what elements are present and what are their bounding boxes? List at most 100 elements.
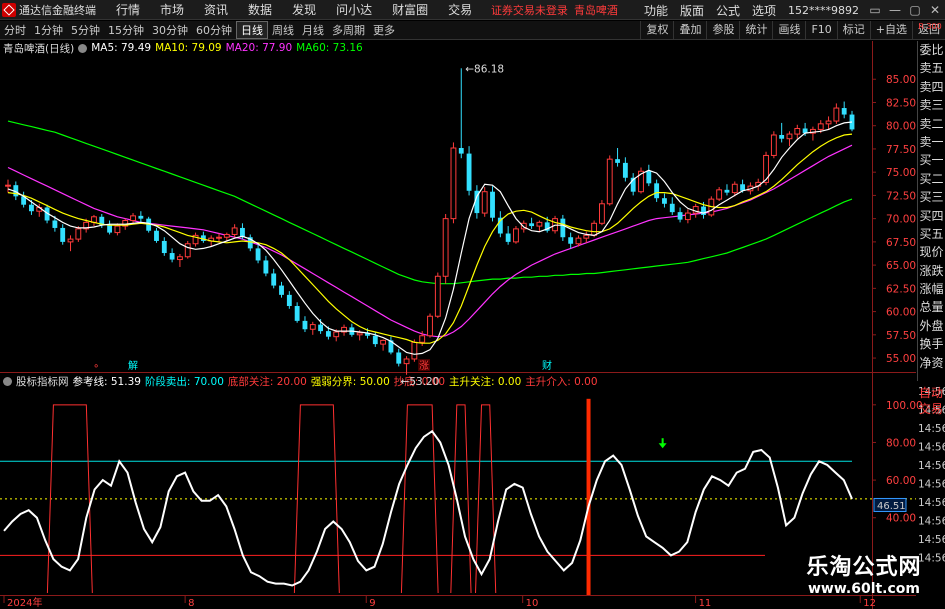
menu-trade[interactable]: 交易 — [438, 1, 482, 18]
stats-button[interactable]: 统计 — [739, 21, 772, 40]
candle-body — [349, 327, 355, 335]
candle-body — [684, 212, 691, 221]
tab-weekly[interactable]: 周线 — [268, 22, 298, 38]
menu-wealth[interactable]: 财富圈 — [382, 1, 438, 18]
candle-body — [138, 215, 144, 219]
adjust-button[interactable]: 复权 — [640, 21, 673, 40]
menu-ask[interactable]: 问小达 — [326, 1, 382, 18]
menu-news[interactable]: 资讯 — [194, 1, 238, 18]
candle-body — [122, 220, 129, 227]
tab-5min[interactable]: 5分钟 — [67, 22, 104, 38]
price-tick-label: 55.00 — [886, 353, 916, 365]
candle-body — [427, 315, 433, 337]
minimize-icon[interactable]: — — [885, 3, 905, 17]
tab-multi-period[interactable]: 多周期 — [328, 22, 369, 38]
watermark-url: www.60lt.com — [807, 581, 921, 597]
candle-body — [450, 147, 457, 220]
candle-body — [646, 171, 652, 184]
side-label: 卖三 — [919, 98, 944, 113]
candle-body — [701, 206, 706, 215]
candle-body — [442, 218, 449, 277]
candle-body — [21, 196, 27, 205]
settings-gear-icon[interactable] — [78, 43, 88, 53]
indicator-gear-icon[interactable] — [3, 376, 12, 386]
user-account[interactable]: 152****9892 — [788, 4, 859, 17]
tab-daily[interactable]: 日线 — [236, 21, 268, 39]
menu-options[interactable]: 选项 — [746, 2, 782, 19]
ma60-line — [7, 120, 853, 285]
chart-canvas: 85.00 82.50 80.00 77.50 75.00 72.50 70.00 67.50… — [0, 41, 945, 609]
side-label: 现价 — [919, 245, 944, 260]
candle-body — [779, 135, 785, 139]
candle-body — [365, 332, 370, 336]
app-logo-icon — [2, 2, 16, 17]
menu-layout[interactable]: 版面 — [674, 2, 710, 19]
menu-function[interactable]: 功能 — [638, 2, 674, 19]
menu-formula[interactable]: 公式 — [710, 2, 746, 19]
tab-intraday[interactable]: 分时 — [0, 22, 30, 38]
candle-body — [192, 234, 199, 245]
date-tick-label: 8 — [188, 598, 194, 609]
tab-1min[interactable]: 1分钟 — [30, 22, 67, 38]
draw-line-button[interactable]: 画线 — [772, 21, 805, 40]
side-label: 买五 — [919, 226, 944, 241]
menu-market[interactable]: 市场 — [150, 1, 194, 18]
candle-body — [481, 191, 488, 214]
bottom-buy-pulse — [475, 404, 497, 594]
candle-body — [575, 237, 582, 245]
event-marker-dot: ∘ — [93, 361, 99, 372]
candle-body — [294, 306, 300, 321]
overlay-button[interactable]: 叠加 — [673, 21, 706, 40]
ma5-value: MA5: 79.49 — [91, 42, 152, 54]
tab-15min[interactable]: 15分钟 — [104, 22, 148, 38]
trade-side-button[interactable]: 交易 — [917, 402, 945, 417]
candle-body — [544, 222, 550, 231]
candle-body — [622, 162, 628, 178]
event-marker-bg — [418, 359, 430, 371]
window-restore-icon[interactable]: ▭ — [865, 3, 885, 17]
close-icon[interactable]: ✕ — [925, 3, 945, 17]
holdings-button[interactable]: 参股 — [706, 21, 739, 40]
event-marker: 涨 — [419, 360, 429, 372]
candle-body — [560, 218, 566, 238]
candle-body — [91, 216, 97, 223]
legend-stage-sell: 阶段卖出: 70.00 — [144, 375, 224, 388]
rise-entry-spike — [586, 398, 591, 595]
menu-data[interactable]: 数据 — [238, 1, 282, 18]
trade-login-status[interactable]: 证券交易未登录 — [491, 2, 568, 18]
indicator-tick-label: 40.00 — [886, 513, 916, 525]
tab-60min[interactable]: 60分钟 — [192, 22, 236, 38]
f10-button[interactable]: F10 — [805, 21, 836, 40]
candle-body — [474, 190, 480, 214]
candle-body — [67, 238, 74, 243]
candle-body — [825, 120, 832, 125]
tab-more[interactable]: 更多 — [369, 22, 399, 38]
current-value-label: 46.51 — [877, 501, 906, 512]
maximize-icon[interactable]: ▢ — [905, 3, 925, 17]
add-watchlist-button[interactable]: +自选 — [869, 21, 912, 40]
side-label: 卖五 — [919, 61, 944, 76]
tab-30min[interactable]: 30分钟 — [148, 22, 192, 38]
candle-body — [529, 223, 535, 227]
ma5-line — [7, 121, 853, 355]
app-title: 通达信金融终端 — [19, 3, 96, 17]
menu-quotes[interactable]: 行情 — [106, 1, 150, 18]
candle-body — [583, 234, 590, 239]
candle-body — [833, 107, 840, 122]
tab-monthly[interactable]: 月线 — [298, 22, 328, 38]
watermark-title: 乐淘公式网 — [806, 555, 922, 580]
chart-tools: 复权 叠加 参股 统计 画线 F10 标记 +自选 返回 — [640, 21, 945, 40]
bottom-buy-pulse — [450, 404, 472, 594]
menu-discover[interactable]: 发现 — [282, 1, 326, 18]
candle-body — [740, 184, 746, 191]
current-value-box — [873, 497, 907, 512]
indicator-tick-label: 80.00 — [886, 437, 916, 449]
candle-body — [161, 240, 167, 254]
legend-rise-entry: 主升介入: 0.00 — [525, 375, 598, 388]
candle-body — [146, 218, 152, 231]
auto-button[interactable]: 自动 — [917, 386, 945, 401]
price-tick-label: 70.00 — [886, 214, 916, 226]
menu-bar: 通达信金融终端 行情 市场 资讯 数据 发现 问小达 财富圈 交易 证券交易未登… — [0, 0, 945, 20]
indicator-line — [3, 429, 853, 587]
mark-button[interactable]: 标记 — [836, 21, 870, 40]
